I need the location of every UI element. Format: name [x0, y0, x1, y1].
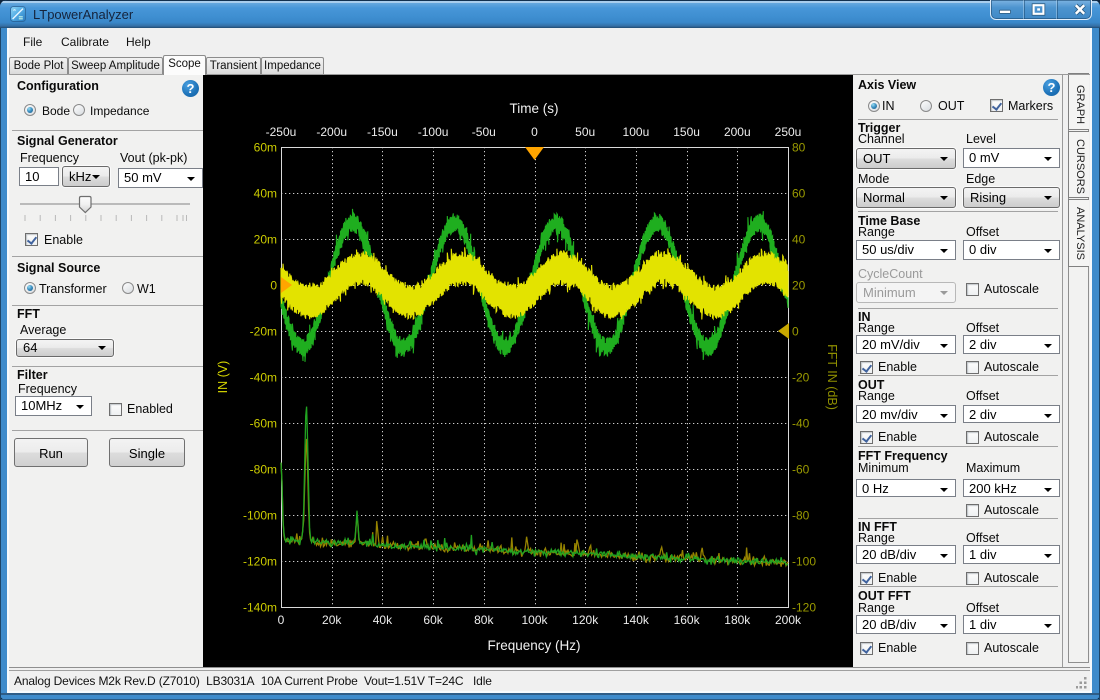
svg-text:-120m: -120m	[243, 555, 277, 569]
svg-text:40: 40	[792, 233, 806, 247]
svg-text:60: 60	[792, 187, 806, 201]
svg-text:-140m: -140m	[243, 601, 277, 615]
svg-text:0: 0	[278, 613, 285, 627]
svg-text:-50u: -50u	[472, 125, 496, 139]
svg-text:180k: 180k	[724, 613, 751, 627]
svg-text:60k: 60k	[423, 613, 443, 627]
svg-text:160k: 160k	[674, 613, 701, 627]
svg-text:150u: 150u	[673, 125, 700, 139]
svg-text:20k: 20k	[322, 613, 342, 627]
svg-text:40k: 40k	[373, 613, 393, 627]
svg-text:250u: 250u	[775, 125, 802, 139]
svg-text:20: 20	[792, 279, 806, 293]
svg-text:0: 0	[270, 279, 277, 293]
svg-text:-100: -100	[792, 555, 816, 569]
svg-text:-40: -40	[792, 417, 810, 431]
svg-text:50u: 50u	[575, 125, 595, 139]
svg-text:0: 0	[792, 325, 799, 339]
svg-text:-20: -20	[792, 371, 810, 385]
svg-text:-80m: -80m	[250, 463, 277, 477]
svg-text:FFT IN (dB): FFT IN (dB)	[825, 344, 839, 410]
svg-text:-150u: -150u	[367, 125, 398, 139]
svg-text:60m: 60m	[254, 141, 277, 155]
svg-text:40m: 40m	[254, 187, 277, 201]
svg-text:100k: 100k	[521, 613, 548, 627]
svg-text:20m: 20m	[254, 233, 277, 247]
svg-text:-250u: -250u	[266, 125, 297, 139]
svg-text:80k: 80k	[474, 613, 494, 627]
svg-text:80: 80	[792, 141, 806, 155]
svg-text:-100m: -100m	[243, 509, 277, 523]
svg-text:200k: 200k	[775, 613, 802, 627]
svg-text:-20m: -20m	[250, 325, 277, 339]
svg-text:-200u: -200u	[316, 125, 347, 139]
svg-text:-60: -60	[792, 463, 810, 477]
svg-text:IN (V): IN (V)	[216, 361, 230, 394]
svg-text:-60m: -60m	[250, 417, 277, 431]
svg-text:120k: 120k	[572, 613, 599, 627]
svg-text:-40m: -40m	[250, 371, 277, 385]
svg-text:Frequency (Hz): Frequency (Hz)	[487, 638, 580, 653]
svg-text:-80: -80	[792, 509, 810, 523]
svg-text:100u: 100u	[623, 125, 650, 139]
svg-text:140k: 140k	[623, 613, 650, 627]
svg-text:Time (s): Time (s)	[510, 101, 559, 116]
svg-text:0: 0	[531, 125, 538, 139]
svg-text:-100u: -100u	[418, 125, 449, 139]
svg-text:200u: 200u	[724, 125, 751, 139]
